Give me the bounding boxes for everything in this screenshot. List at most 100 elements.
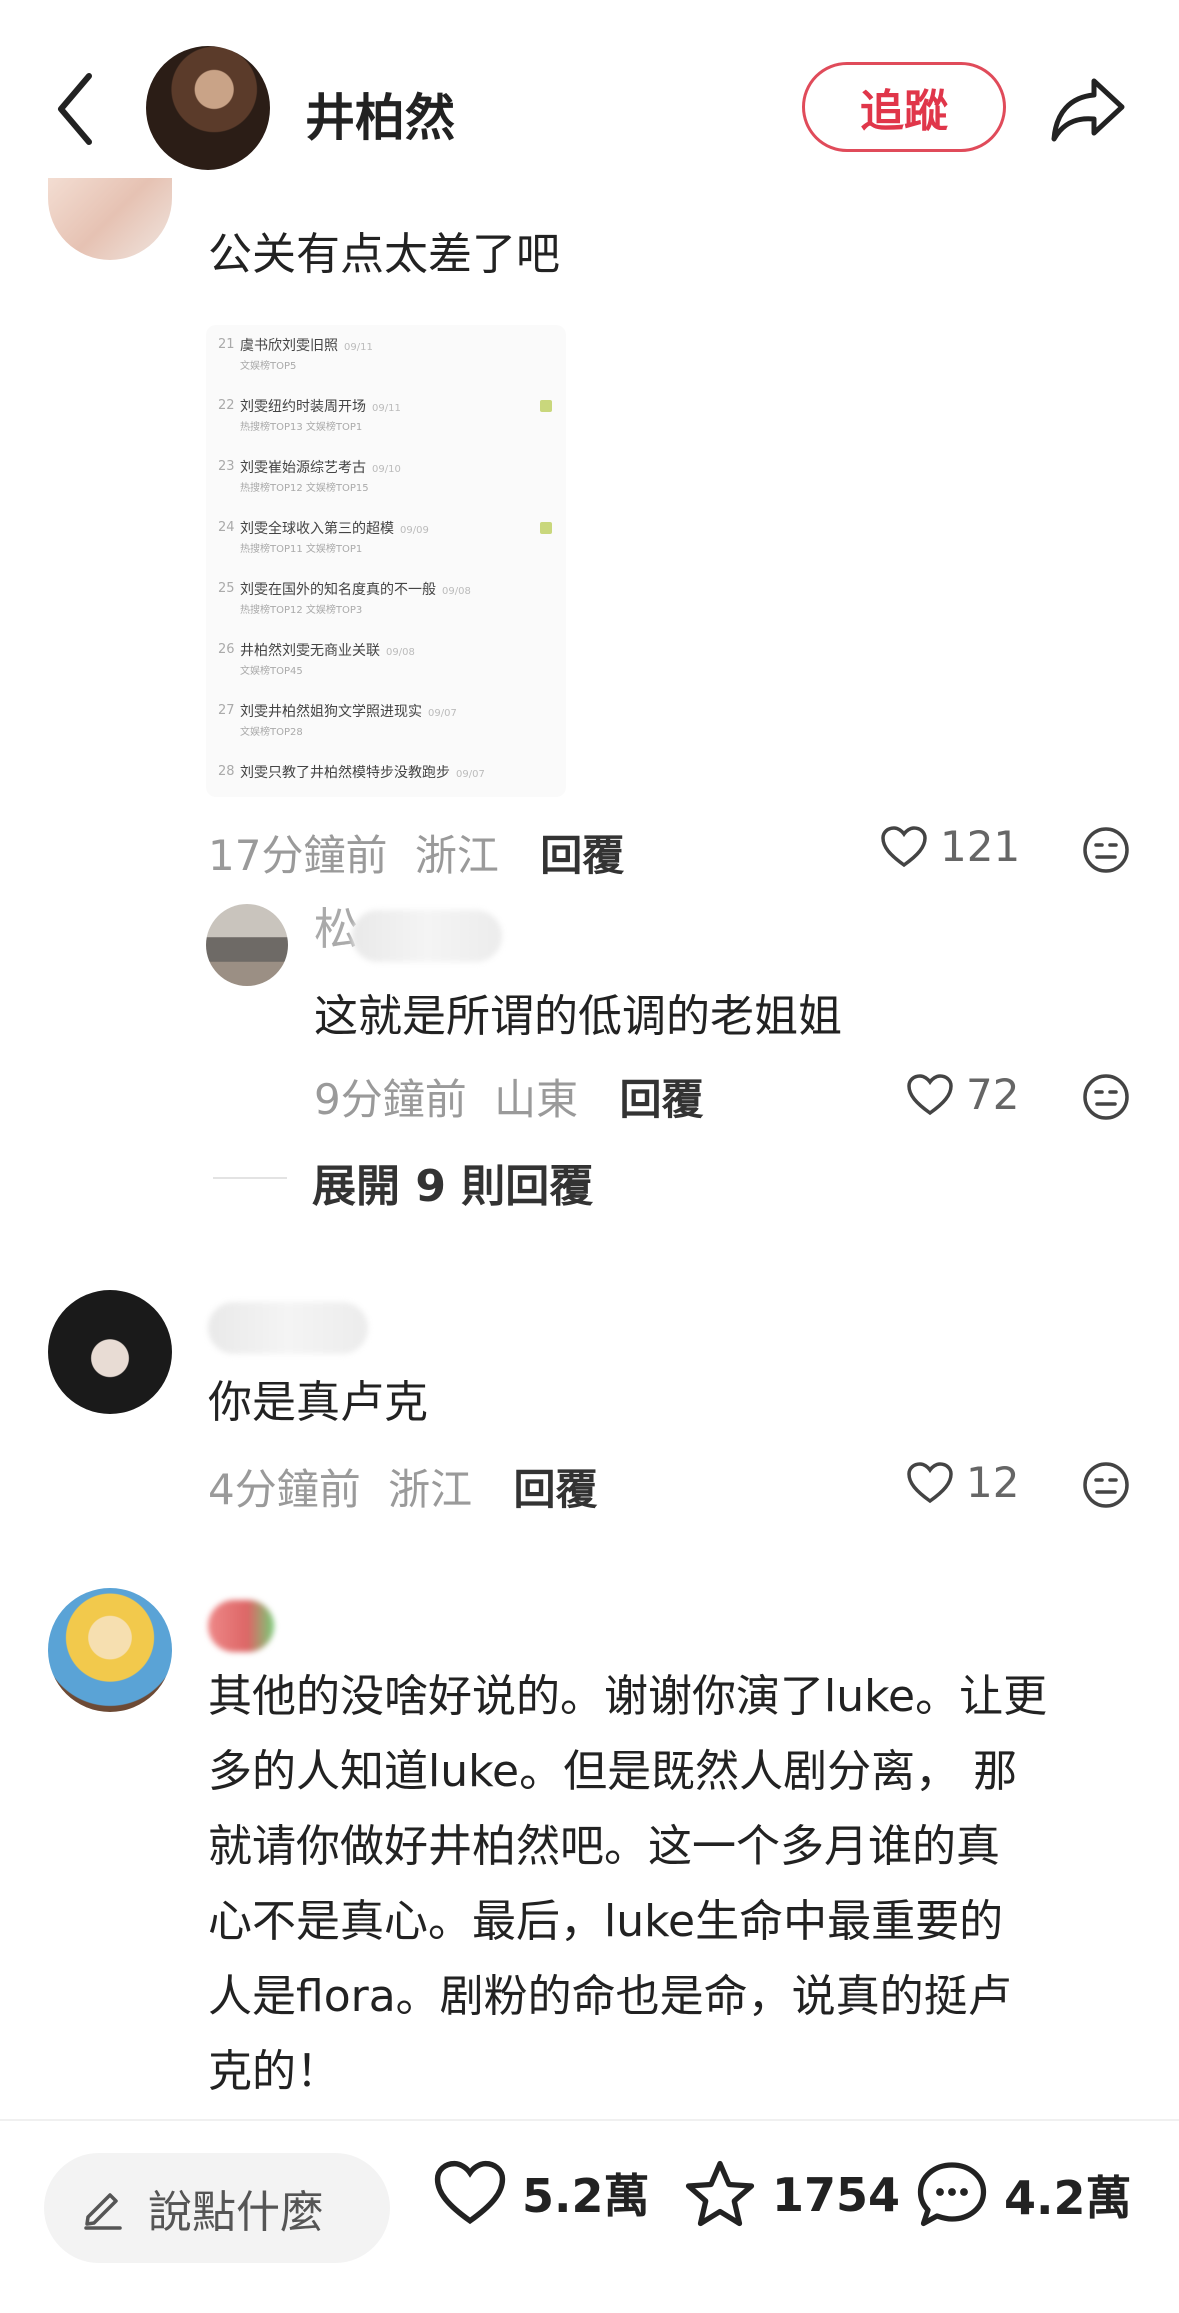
image-list-row: 24 刘雯全球收入第三的超模 09/09 热搜榜TOP11 文娱榜TOP1 [206,508,566,569]
star-outline-icon [685,2160,755,2227]
comment-text: 你是真卢克 [208,1377,428,1428]
chevron-left-icon[interactable] [55,72,95,146]
comment-time: 17分鐘前 [208,831,388,880]
image-list-row: 22 刘雯纽约时装周开场 09/11 热搜榜TOP13 文娱榜TOP1 [206,386,566,447]
image-row-rank: 26 [218,642,235,657]
commenter-avatar[interactable] [48,1290,172,1414]
like-count: 72 [966,1070,1020,1119]
image-row-title-text: 刘雯在国外的知名度真的不一般 [240,582,436,598]
expand-divider [213,1177,287,1179]
comment-image[interactable]: 21 虞书欣刘雯旧照 09/11 文娱榜TOP5 22 刘雯纽约时装周开场 09/11 热搜榜… [206,325,566,797]
reply-text: 这就是所谓的低调的老姐姐 [314,991,842,1042]
image-list-row: 28 刘雯只教了井柏然模特步没教跑步 09/07 [206,752,566,797]
expand-replies-button[interactable]: 展開 9 則回覆 [312,1150,593,1214]
blurred-username [208,1600,274,1652]
author-avatar[interactable] [146,46,270,170]
dislike-face-icon[interactable] [1082,1461,1130,1509]
reply-button[interactable]: 回覆 [513,1465,597,1514]
image-row-rank: 21 [218,337,235,352]
image-row-sub: 文娱榜TOP28 [240,727,303,738]
blurred-username [352,910,502,962]
comment-bubble-icon [917,2162,987,2227]
commenter-avatar[interactable] [48,178,172,260]
like-count: 12 [966,1458,1020,1507]
reply-avatar[interactable] [206,904,288,986]
image-row-date: 09/08 [442,586,471,597]
reply-button[interactable]: 回覆 [619,1075,703,1124]
image-row-rank: 25 [218,581,235,596]
image-list-row: 26 井柏然刘雯无商业关联 09/08 文娱榜TOP45 [206,630,566,691]
image-row-sub: 热搜榜TOP13 文娱榜TOP1 [240,422,363,433]
reply-time: 9分鐘前 [314,1075,467,1124]
image-row-marker [540,522,552,534]
image-row-rank: 27 [218,703,235,718]
commenter-avatar[interactable] [48,1588,172,1712]
dislike-face-icon[interactable] [1082,826,1130,874]
image-row-rank: 24 [218,520,235,535]
image-list-row: 23 刘雯崔始源综艺考古 09/10 热搜榜TOP12 文娱榜TOP15 [206,447,566,508]
heart-outline-icon [907,1461,953,1503]
image-row-title-text: 刘雯全球收入第三的超模 [240,521,394,537]
image-row-title: 井柏然刘雯无商业关联 09/08 [240,640,415,660]
dislike-face-icon[interactable] [1082,1073,1130,1121]
image-row-date: 09/07 [428,708,457,719]
like-button[interactable]: 121 [880,822,1020,871]
comment-count: 4.2萬 [1004,2171,1132,2225]
image-list-row: 25 刘雯在国外的知名度真的不一般 09/08 热搜榜TOP12 文娱榜TOP3 [206,569,566,630]
comment-time: 4分鐘前 [208,1465,361,1514]
comment-text-line: 其他的没啥好说的。谢谢你演了luke。让更 [208,1671,1048,1722]
image-row-sub: 热搜榜TOP12 文娱榜TOP3 [240,605,363,616]
comment-text-line: 心不是真心。最后，luke生命中最重要的 [208,1896,1004,1947]
like-count: 121 [940,822,1021,871]
image-row-sub: 热搜榜TOP11 文娱榜TOP1 [240,544,363,555]
image-row-marker [540,400,552,412]
author-name[interactable]: 井柏然 [305,78,455,150]
comment-location: 浙江 [388,1465,473,1514]
image-row-rank: 28 [218,764,235,779]
reply-button[interactable]: 回覆 [540,831,624,880]
reply-meta: 9分鐘前 山東 回覆 [314,1066,703,1127]
image-row-title-text: 虞书欣刘雯旧照 [240,338,338,354]
heart-outline-icon [881,825,927,867]
image-row-date: 09/08 [386,647,415,658]
like-button[interactable]: 12 [906,1458,1019,1507]
image-row-date: 09/11 [372,403,401,414]
reply-author-name[interactable]: 松 [314,900,358,960]
comments-button[interactable]: 4.2萬 [914,2159,1132,2231]
bottom-action-bar: 說點什麼 5.2萬 1754 4.2萬 [0,2119,1179,2313]
image-row-title-text: 刘雯只教了井柏然模特步没教跑步 [240,765,450,781]
reply-location: 山東 [494,1075,579,1124]
image-row-title-text: 刘雯崔始源综艺考古 [240,460,366,476]
image-row-date: 09/07 [456,769,485,780]
image-row-title: 虞书欣刘雯旧照 09/11 [240,335,373,355]
favorite-button[interactable]: 1754 [682,2159,900,2231]
heart-outline-icon [907,1073,953,1115]
comment-meta: 17分鐘前 浙江 回覆 [208,822,624,883]
top-header: 井柏然 追蹤 [0,0,1179,200]
comment-text-line: 多的人知道luke。但是既然人剧分离， 那 [208,1746,1018,1797]
like-post-button[interactable]: 5.2萬 [432,2159,650,2227]
heart-outline-icon [434,2160,506,2225]
image-list-row: 21 虞书欣刘雯旧照 09/11 文娱榜TOP5 [206,325,566,386]
like-button[interactable]: 72 [906,1070,1019,1119]
image-row-title: 刘雯井柏然姐狗文学照进现实 09/07 [240,701,457,721]
image-row-title: 刘雯只教了井柏然模特步没教跑步 09/07 [240,762,485,782]
image-list-row: 27 刘雯井柏然姐狗文学照进现实 09/07 文娱榜TOP28 [206,691,566,752]
image-row-title-text: 刘雯纽约时装周开场 [240,399,366,415]
image-row-date: 09/10 [372,464,401,475]
image-row-date: 09/11 [344,342,373,353]
share-arrow-icon[interactable] [1050,75,1126,143]
image-row-title: 刘雯纽约时装周开场 09/11 [240,396,401,416]
image-row-rank: 23 [218,459,235,474]
comment-input-placeholder: 說點什麼 [148,2187,324,2238]
image-row-title-text: 刘雯井柏然姐狗文学照进现实 [240,704,422,720]
pencil-icon [84,2193,122,2230]
comment-text-line: 人是flora。剧粉的命也是命，说真的挺卢 [208,1971,1012,2022]
comment-input[interactable]: 說點什麼 [44,2153,390,2263]
image-row-sub: 文娱榜TOP45 [240,666,303,677]
follow-button[interactable]: 追蹤 [802,62,1006,152]
blurred-username [208,1302,368,1354]
comment-meta: 4分鐘前 浙江 回覆 [208,1456,597,1517]
comment-text-line: 就请你做好井柏然吧。这一个多月谁的真 [208,1821,1000,1872]
image-row-sub: 文娱榜TOP5 [240,361,297,372]
